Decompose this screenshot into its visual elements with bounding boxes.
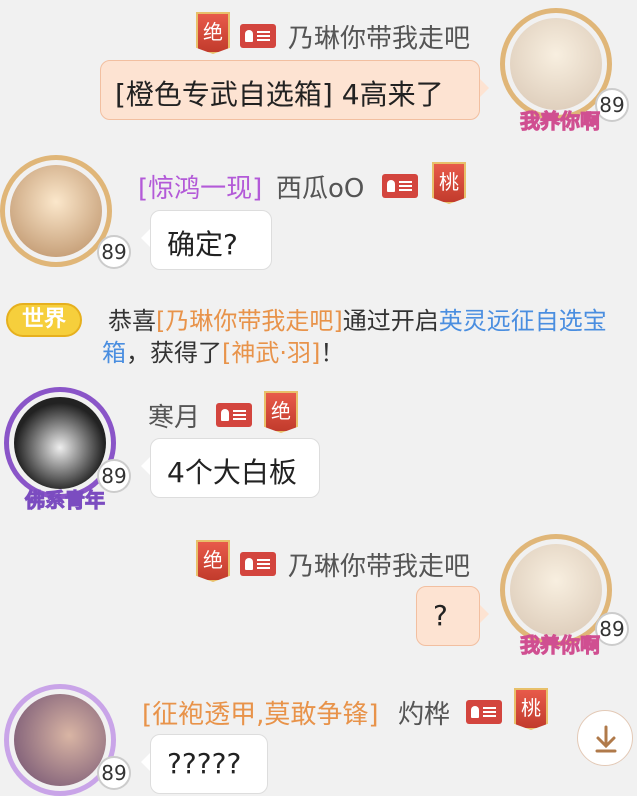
sender-title[interactable]: [征袍透甲,莫敢争锋] [142,694,379,731]
notice-item[interactable]: [神武·羽] [222,339,320,367]
title-badge: 桃 [432,162,466,204]
notice-part: ！ [320,339,345,367]
scroll-to-bottom-button[interactable] [577,710,633,766]
notice-part: 恭喜 [108,307,156,335]
title-badge: 桃 [514,688,548,730]
avatar[interactable]: 89 我养你啊 [500,8,629,134]
id-card-icon[interactable] [382,174,418,198]
message-text: 4个大白板 [167,456,297,489]
avatar[interactable]: 89 [0,155,131,269]
sender-name[interactable]: 灼桦 [398,694,450,731]
message-text: [橙色专武自选箱] 4高来了 [115,78,444,111]
message-row: 89 佛系青年 寒月 绝 4个大白板 [0,385,637,515]
system-notice: 世界 恭喜[乃琳你带我走吧]通过开启英灵远征自选宝箱，获得了[神武·羽]！ [0,300,637,370]
message-text: ? [433,599,448,632]
arrow-down-icon [595,725,617,753]
notice-player[interactable]: [乃琳你带我走吧] [156,307,343,335]
message-bubble[interactable]: 确定? [141,210,272,270]
title-badge: 绝 [264,391,298,433]
message-row: 绝 乃琳你带我走吧 ? 89 我养你啊 [0,530,637,665]
avatar[interactable]: 89 佛系青年 [4,387,131,513]
notice-text: 恭喜[乃琳你带我走吧]通过开启英灵远征自选宝箱，获得了[神武·羽]！ [102,305,632,369]
sender-name[interactable]: 乃琳你带我走吧 [288,546,470,583]
level-badge: 89 [97,235,131,269]
notice-part: 通过开启 [342,307,439,335]
level-badge: 89 [97,756,131,790]
title-badge: 绝 [196,540,230,582]
avatar[interactable]: 89 [4,684,131,796]
sender-name[interactable]: 乃琳你带我走吧 [288,18,470,55]
title-badge: 绝 [196,12,230,54]
message-row: 89 [惊鸿一现] 西瓜oO 桃 确定? [0,150,637,280]
id-card-icon[interactable] [466,700,502,724]
message-bubble[interactable]: 4个大白板 [141,438,320,498]
avatar-caption: 佛系青年 [25,488,106,513]
avatar[interactable]: 89 我养你啊 [500,534,629,658]
id-card-icon[interactable] [240,552,276,576]
world-channel-tag[interactable]: 世界 [6,303,82,337]
avatar-caption: 我养你啊 [520,633,601,658]
avatar-caption: 我养你啊 [520,109,601,134]
message-bubble[interactable]: ????? [141,734,268,794]
id-card-icon[interactable] [240,24,276,48]
sender-name[interactable]: 寒月 [148,397,200,434]
notice-part: ，获得了 [126,339,222,367]
message-bubble[interactable]: [橙色专武自选箱] 4高来了 [100,60,489,120]
message-bubble[interactable]: ? [416,586,489,646]
message-row: 绝 乃琳你带我走吧 [橙色专武自选箱] 4高来了 89 我养你啊 [0,0,637,135]
message-text: ????? [167,747,242,780]
id-card-icon[interactable] [216,403,252,427]
sender-title[interactable]: [惊鸿一现] [138,168,262,205]
sender-name[interactable]: 西瓜oO [276,168,364,205]
message-text: 确定? [167,228,238,261]
message-row: 89 [征袍透甲,莫敢争锋] 灼桦 桃 ????? [0,682,637,796]
